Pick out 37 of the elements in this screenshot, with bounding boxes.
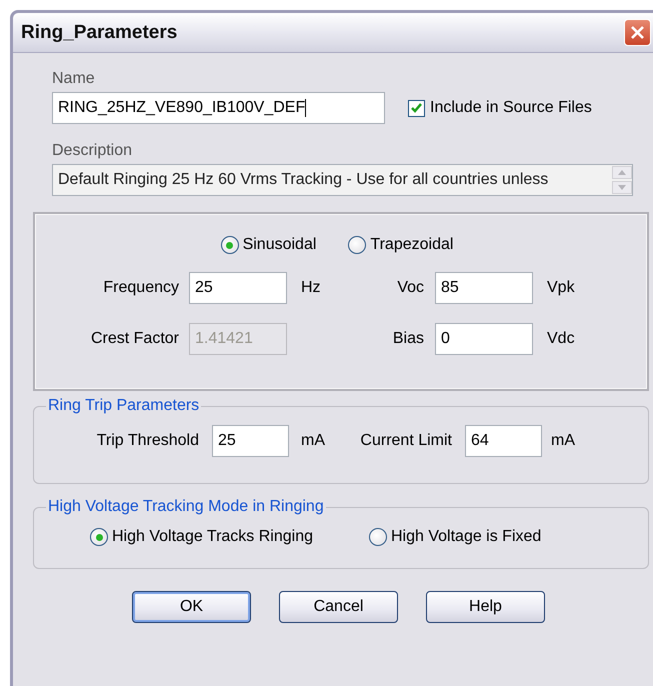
field-label: Bias [392,330,425,348]
input-field[interactable]: 64 [465,425,542,457]
field-label: Voc [396,279,425,297]
checkbox[interactable] [408,100,425,116]
close-button[interactable] [624,19,651,46]
field-label: Frequency [102,279,180,297]
input-field[interactable]: 25 [212,425,289,457]
field-label: Description [52,142,134,160]
cancel-button[interactable]: Cancel [279,591,398,623]
unit-label: mA [550,432,576,450]
group-title: Ring Trip Parameters [47,397,200,415]
radio-label: High Voltage is Fixed [391,528,542,546]
ok-button[interactable]: OK [132,591,251,623]
input-field[interactable]: 85 [435,272,533,304]
unit-label: Vdc [546,330,576,348]
unit-label: Hz [300,279,322,297]
radio-button[interactable] [348,236,366,254]
window-title: Ring_Parameters [21,22,178,44]
radio-label: Trapezoidal [370,236,454,254]
radio-button[interactable] [220,236,239,254]
group-title: High Voltage Tracking Mode in Ringing [47,498,325,516]
checkbox-label: Include in Source Files [430,99,592,117]
close-icon [630,25,645,40]
help-button[interactable]: Help [426,591,545,623]
unit-label: mA [300,432,326,450]
field-label: Crest Factor [90,330,180,348]
radio-label: High Voltage Tracks Ringing [112,528,313,546]
unit-label: Vpk [546,279,576,297]
radio-button[interactable] [90,528,108,546]
field-label: Name [52,70,96,88]
input-field[interactable]: 25 [189,272,287,304]
radio-label: Sinusoidal [242,236,316,254]
field-label: Current Limit [359,432,453,450]
field-label: Trip Threshold [96,432,200,450]
radio-button[interactable] [369,528,387,546]
name-field[interactable]: RING_25HZ_VE890_IB100V_DEF [52,92,385,124]
input-field[interactable]: 0 [435,323,533,355]
